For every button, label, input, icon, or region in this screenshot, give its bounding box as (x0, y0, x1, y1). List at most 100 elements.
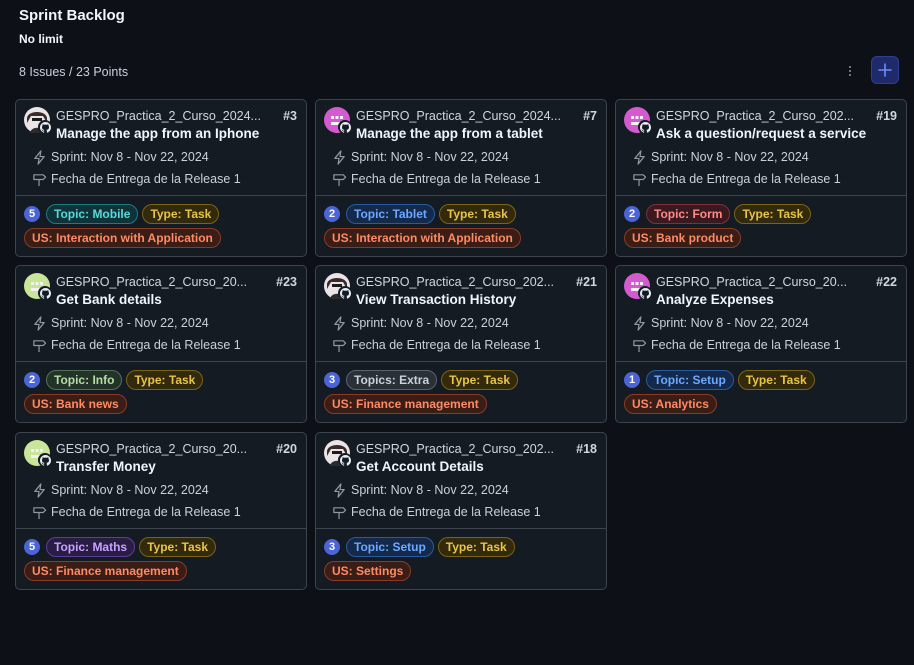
issue-number: #18 (576, 442, 597, 456)
repo-name[interactable]: GESPRO_Practica_2_Curso_2024... (356, 109, 579, 125)
story-points-badge: 5 (24, 539, 40, 555)
issue-card-body: GESPRO_Practica_2_Curso_202... #19 Ask a q… (616, 100, 906, 196)
repo-name[interactable]: GESPRO_Practica_2_Curso_20... (56, 275, 272, 291)
issue-title[interactable]: Analyze Expenses (656, 292, 898, 307)
github-icon (38, 453, 52, 467)
milestone-value: Fecha de Entrega de la Release 1 (651, 172, 841, 186)
issue-title[interactable]: Transfer Money (56, 459, 298, 474)
github-icon (638, 286, 652, 300)
issue-card-body: GESPRO_Practica_2_Curso_20... #22 Analyze … (616, 266, 906, 362)
label-tablet[interactable]: Topic: Tablet (346, 204, 435, 224)
label-form[interactable]: Topic: Form (646, 204, 731, 224)
label-setup[interactable]: Topic: Setup (346, 537, 434, 557)
board-limit: No limit (19, 32, 63, 46)
milestone-icon (333, 339, 347, 352)
repo-name[interactable]: GESPRO_Practica_2_Curso_2024... (56, 109, 279, 125)
issue-card[interactable]: GESPRO_Practica_2_Curso_20... #23 Get Bank… (15, 265, 307, 423)
repo-name[interactable]: GESPRO_Practica_2_Curso_202... (356, 442, 572, 458)
issue-number: #21 (576, 275, 597, 289)
label-extra[interactable]: Topics: Extra (346, 370, 438, 390)
label-row: US: Analytics (624, 394, 898, 414)
label-mobile[interactable]: Topic: Mobile (46, 204, 139, 224)
issue-card-body: GESPRO_Practica_2_Curso_202... #18 Get Acc… (316, 433, 606, 529)
issue-title[interactable]: Manage the app from a tablet (356, 126, 598, 141)
milestone-value: Fecha de Entrega de la Release 1 (51, 505, 241, 519)
lightning-icon (334, 149, 345, 165)
issue-card-body: GESPRO_Practica_2_Curso_202... #21 View Tr… (316, 266, 606, 362)
milestone-icon (333, 506, 347, 519)
milestone-field: Fecha de Entrega de la Release 1 (632, 337, 841, 353)
board-header: Sprint Backlog No limit 8 Issues / 23 Po… (19, 7, 899, 87)
milestone-icon (33, 173, 47, 186)
issue-title[interactable]: Get Account Details (356, 459, 598, 474)
milestone-field: Fecha de Entrega de la Release 1 (32, 504, 241, 520)
repo-name[interactable]: GESPRO_Practica_2_Curso_202... (656, 109, 872, 125)
issue-card[interactable]: GESPRO_Practica_2_Curso_2024... #7 Manage … (315, 99, 607, 257)
repo-name[interactable]: GESPRO_Practica_2_Curso_202... (356, 275, 572, 291)
label-list: 3 Topics: Extra Type: Task US: Finance mana… (324, 370, 598, 418)
label-us[interactable]: US: Bank news (24, 394, 127, 414)
sprint-value: Sprint: Nov 8 - Nov 22, 2024 (51, 150, 209, 164)
label-list: 2 Topic: Form Type: Task US: Bank product (624, 204, 898, 252)
label-task[interactable]: Type: Task (441, 370, 519, 390)
repo-line: GESPRO_Practica_2_Curso_2024... #3 (56, 109, 297, 125)
label-task[interactable]: Type: Task (734, 204, 812, 224)
label-setup[interactable]: Topic: Setup (646, 370, 734, 390)
sprint-value: Sprint: Nov 8 - Nov 22, 2024 (351, 483, 509, 497)
milestone-icon (33, 506, 47, 519)
github-icon (338, 453, 352, 467)
milestone-field: Fecha de Entrega de la Release 1 (332, 171, 541, 187)
issue-card-body: GESPRO_Practica_2_Curso_20... #23 Get Bank… (16, 266, 306, 362)
label-task[interactable]: Type: Task (126, 370, 204, 390)
issue-card[interactable]: GESPRO_Practica_2_Curso_20... #20 Transfer… (15, 432, 307, 590)
milestone-field: Fecha de Entrega de la Release 1 (32, 171, 241, 187)
label-list: 5 Topic: Mobile Type: Task US: Interaction … (24, 204, 298, 252)
issue-card[interactable]: GESPRO_Practica_2_Curso_2024... #3 Manage … (15, 99, 307, 257)
milestone-icon (633, 339, 647, 352)
label-us[interactable]: US: Bank product (624, 228, 742, 248)
issue-number: #22 (876, 275, 897, 289)
label-task[interactable]: Type: Task (142, 204, 220, 224)
repo-line: GESPRO_Practica_2_Curso_202... #18 (356, 442, 597, 458)
issue-card[interactable]: GESPRO_Practica_2_Curso_20... #22 Analyze … (615, 265, 907, 423)
repo-name[interactable]: GESPRO_Practica_2_Curso_20... (56, 442, 272, 458)
label-us[interactable]: US: Analytics (624, 394, 717, 414)
story-points-badge: 3 (324, 539, 340, 555)
label-us[interactable]: US: Finance management (324, 394, 487, 414)
label-row: 5 Topic: Mobile Type: Task (24, 204, 298, 224)
repo-name[interactable]: GESPRO_Practica_2_Curso_20... (656, 275, 872, 291)
repo-line: GESPRO_Practica_2_Curso_202... #21 (356, 275, 597, 291)
kebab-menu-icon[interactable] (841, 62, 859, 80)
milestone-value: Fecha de Entrega de la Release 1 (351, 172, 541, 186)
lightning-icon (34, 149, 45, 165)
label-task[interactable]: Type: Task (438, 204, 516, 224)
label-row: 5 Topic: Maths Type: Task (24, 537, 298, 557)
issue-card[interactable]: GESPRO_Practica_2_Curso_202... #18 Get Acc… (315, 432, 607, 590)
issue-title[interactable]: Get Bank details (56, 292, 298, 307)
label-info[interactable]: Topic: Info (46, 370, 123, 390)
label-row: US: Bank product (624, 228, 898, 248)
issue-title[interactable]: Ask a question/request a service (656, 126, 898, 141)
label-us[interactable]: US: Settings (324, 561, 412, 581)
label-us[interactable]: US: Interaction with Application (24, 228, 221, 248)
label-task[interactable]: Type: Task (437, 537, 515, 557)
label-us[interactable]: US: Finance management (24, 561, 187, 581)
add-item-button[interactable] (871, 56, 899, 84)
issue-title[interactable]: View Transaction History (356, 292, 598, 307)
github-icon (638, 120, 652, 134)
sprint-field: Sprint: Nov 8 - Nov 22, 2024 (332, 315, 509, 331)
lightning-icon (634, 149, 645, 165)
issue-card[interactable]: GESPRO_Practica_2_Curso_202... #19 Ask a q… (615, 99, 907, 257)
label-maths[interactable]: Topic: Maths (46, 537, 136, 557)
repo-line: GESPRO_Practica_2_Curso_202... #19 (656, 109, 897, 125)
milestone-icon (33, 339, 47, 352)
label-us[interactable]: US: Interaction with Application (324, 228, 521, 248)
github-icon (38, 120, 52, 134)
label-row: US: Finance management (24, 561, 298, 581)
label-task[interactable]: Type: Task (737, 370, 815, 390)
issue-title[interactable]: Manage the app from an Iphone (56, 126, 298, 141)
label-row: 2 Topic: Form Type: Task (624, 204, 898, 224)
label-task[interactable]: Type: Task (139, 537, 217, 557)
issue-card[interactable]: GESPRO_Practica_2_Curso_202... #21 View Tr… (315, 265, 607, 423)
repo-line: GESPRO_Practica_2_Curso_2024... #7 (356, 109, 597, 125)
